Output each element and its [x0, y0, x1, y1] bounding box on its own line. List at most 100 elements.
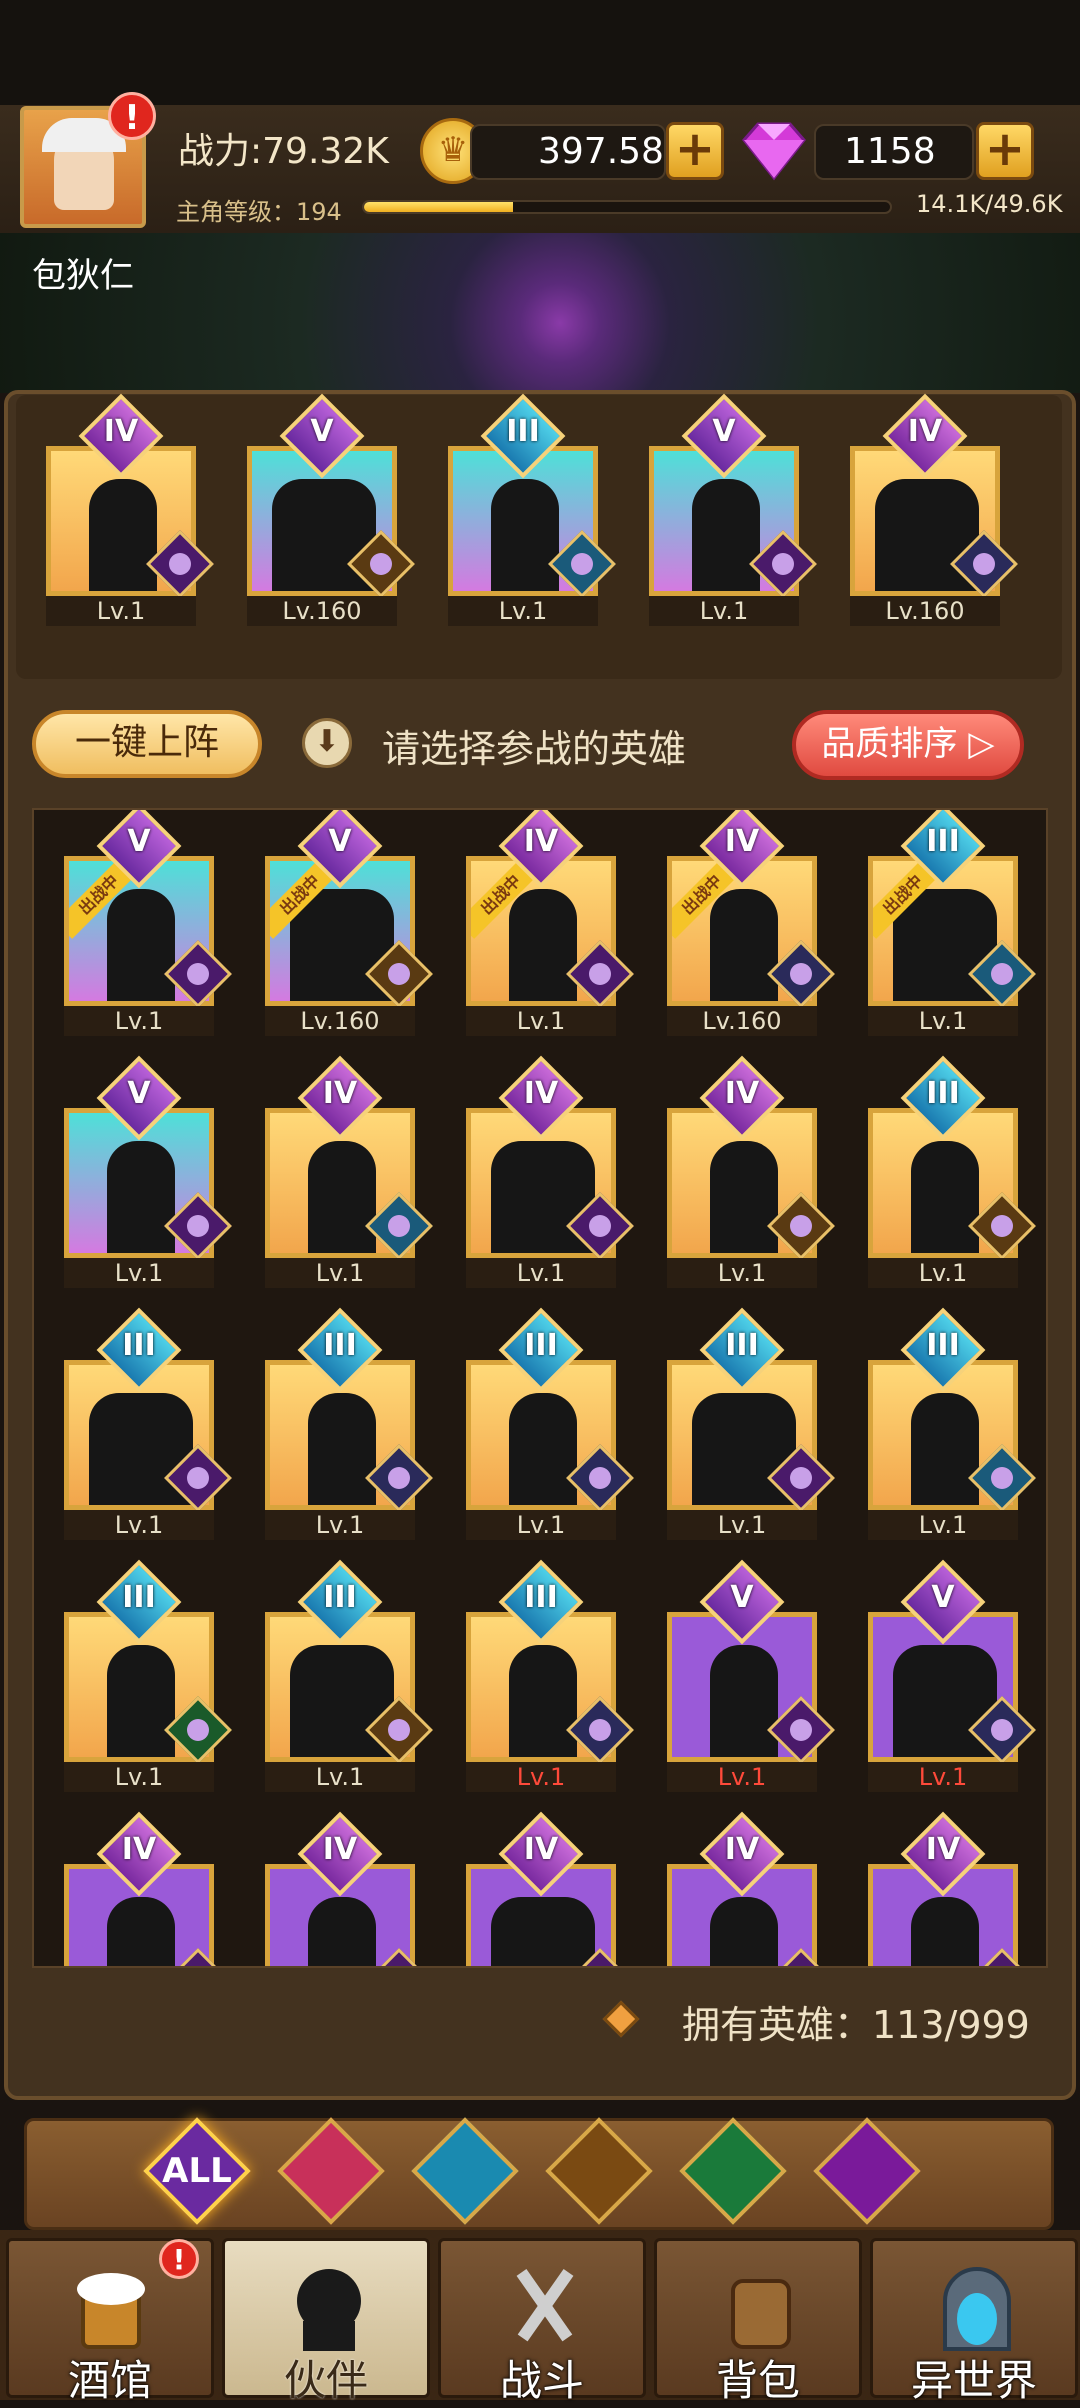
bottom-nav: 酒馆! 伙伴 战斗 背包 异世界	[0, 2230, 1080, 2405]
one-key-deploy-button[interactable]: 一键上阵	[32, 710, 262, 778]
rank-medal-icon: IV	[498, 1055, 584, 1141]
roster-hero-card[interactable]: V Lv.1	[860, 1559, 1036, 1792]
level-label: 主角等级：194	[176, 198, 342, 226]
filter-beast-button[interactable]	[545, 2117, 653, 2225]
rank-medal-icon: III	[297, 1559, 383, 1645]
nav-partner-button[interactable]: 伙伴	[222, 2238, 430, 2405]
filter-mer-button[interactable]	[411, 2117, 519, 2225]
rank-numeral: III	[524, 1328, 558, 1363]
roster-hero-card[interactable]: IV	[860, 1811, 1036, 1966]
nav-battle-button[interactable]: 战斗	[438, 2238, 646, 2405]
roster-hero-card[interactable]: III Lv.1	[860, 1055, 1036, 1288]
tavern-icon	[77, 2273, 145, 2349]
nav-portal-button[interactable]: 异世界	[870, 2238, 1078, 2405]
owned-heroes-count: 拥有英雄：113/999	[682, 2003, 1030, 2047]
add-gold-button[interactable]: +	[666, 122, 724, 180]
roster-hero-card[interactable]: 出战中 V Lv.160	[257, 810, 433, 1036]
roster-hero-card[interactable]: 出战中 III Lv.1	[860, 810, 1036, 1036]
hero-level: Lv.160	[265, 1006, 415, 1036]
roster-hero-card[interactable]: IV Lv.1	[458, 1055, 634, 1288]
roster-hero-card[interactable]: IV	[257, 1811, 433, 1966]
team-lineup: IV Lv.1 V Lv.160 III Lv.1 V Lv.1 IV Lv.160	[16, 393, 1062, 679]
hero-figure	[290, 1645, 394, 1757]
hero-figure	[272, 479, 376, 591]
hero-level: Lv.1	[265, 1510, 415, 1540]
team-hero-card[interactable]: V Lv.1	[641, 393, 817, 626]
rank-medal-icon: V	[900, 1559, 986, 1645]
roster-hero-card[interactable]: 出战中 IV Lv.1	[458, 810, 634, 1036]
xp-bar	[362, 200, 892, 214]
roster-hero-card[interactable]: III Lv.1	[659, 1307, 835, 1540]
rank-numeral: III	[926, 1076, 960, 1111]
roster-hero-card[interactable]: III Lv.1	[458, 1559, 634, 1792]
team-hero-card[interactable]: IV Lv.160	[842, 393, 1018, 626]
add-gem-button[interactable]: +	[976, 122, 1034, 180]
rank-medal-icon: III	[498, 1307, 584, 1393]
hero-level: Lv.1	[265, 1762, 415, 1792]
team-hero-card[interactable]: IV Lv.1	[38, 393, 214, 626]
roster-hero-card[interactable]: V Lv.1	[56, 1055, 232, 1288]
hero-figure	[692, 1393, 796, 1505]
roster-hero-card[interactable]: III Lv.1	[860, 1307, 1036, 1540]
hero-figure	[710, 1897, 778, 1966]
nav-label: 背包	[715, 2356, 800, 2405]
roster-hero-card[interactable]: III Lv.1	[56, 1559, 232, 1792]
filter-human-button[interactable]	[277, 2117, 385, 2225]
roster-hero-card[interactable]: IV Lv.1	[659, 1055, 835, 1288]
gem-amount: 1158	[844, 131, 936, 172]
hero-figure	[491, 1141, 595, 1253]
team-hero-card[interactable]: V Lv.160	[239, 393, 415, 626]
roster-hero-card[interactable]: IV Lv.1	[257, 1055, 433, 1288]
hero-figure	[107, 1897, 175, 1966]
hero-figure	[710, 1141, 778, 1253]
xp-bar-fill	[364, 202, 514, 212]
hero-level: Lv.1	[265, 1258, 415, 1288]
select-prompt: 请选择参战的英雄	[382, 727, 687, 771]
rank-numeral: III	[926, 1328, 960, 1363]
rank-numeral: III	[926, 824, 960, 859]
filter-all-button[interactable]: ALL	[143, 2117, 251, 2225]
rank-numeral: IV	[724, 824, 760, 859]
hero-level: Lv.1	[868, 1006, 1018, 1036]
team-hero-card[interactable]: III Lv.1	[440, 393, 616, 626]
rank-numeral: III	[524, 1580, 558, 1615]
rank-numeral: V	[127, 824, 151, 859]
roster-hero-card[interactable]: III Lv.1	[257, 1307, 433, 1540]
roster-hero-card[interactable]: V Lv.1	[659, 1559, 835, 1792]
backpack-icon	[731, 2279, 791, 2349]
roster-hero-card[interactable]: 出战中 V Lv.1	[56, 810, 232, 1036]
hero-figure	[308, 1393, 376, 1505]
alert-icon: !	[108, 92, 156, 140]
rank-numeral: IV	[523, 824, 559, 859]
hero-level: Lv.1	[64, 1258, 214, 1288]
hero-level: Lv.1	[466, 1762, 616, 1792]
hero-level: Lv.1	[868, 1258, 1018, 1288]
beast-faction-icon	[545, 2117, 653, 2225]
rank-medal-icon: V	[297, 810, 383, 889]
roster-hero-card[interactable]: IV	[56, 1811, 232, 1966]
power-value: 战力:79.32K	[178, 131, 389, 172]
rank-medal-icon: III	[480, 393, 566, 479]
nav-backpack-button[interactable]: 背包	[654, 2238, 862, 2405]
hero-figure	[308, 1141, 376, 1253]
nav-tavern-button[interactable]: 酒馆!	[6, 2238, 214, 2405]
hero-level: Lv.1	[64, 1762, 214, 1792]
hero-figure	[491, 479, 559, 591]
roster-hero-card[interactable]: III Lv.1	[458, 1307, 634, 1540]
roster-hero-card[interactable]: IV	[659, 1811, 835, 1966]
filter-all-label: ALL	[162, 2151, 232, 2191]
rank-numeral: III	[323, 1328, 357, 1363]
roster-hero-card[interactable]: IV	[458, 1811, 634, 1966]
info-icon[interactable]: ⬇	[302, 718, 352, 768]
hero-level: Lv.1	[466, 1006, 616, 1036]
roster-hero-card[interactable]: 出战中 IV Lv.160	[659, 810, 835, 1036]
roster-hero-card[interactable]: III Lv.1	[257, 1559, 433, 1792]
nav-label: 酒馆	[67, 2356, 152, 2405]
filter-elf-button[interactable]	[679, 2117, 787, 2225]
demon-faction-icon	[813, 2117, 921, 2225]
rank-numeral: IV	[523, 1076, 559, 1111]
roster-hero-card[interactable]: III Lv.1	[56, 1307, 232, 1540]
quality-sort-button[interactable]: 品质排序 ▷	[792, 710, 1024, 780]
filter-demon-button[interactable]	[813, 2117, 921, 2225]
faction-filter-bar: ALL	[24, 2117, 1054, 2230]
